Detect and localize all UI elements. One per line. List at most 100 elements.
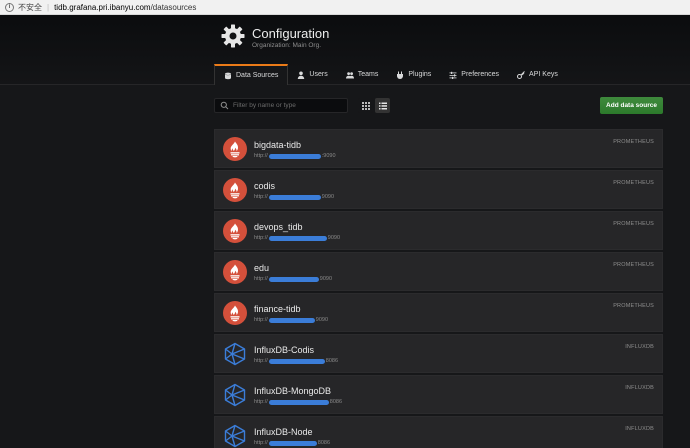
url-prefix: http:// <box>254 194 268 200</box>
datasource-type: PROMETHEUS <box>613 303 654 309</box>
datasource-card-finance-tidb[interactable]: finance-tidb http:// 9090 PROMETHEUS <box>214 293 663 332</box>
gear-icon <box>220 23 246 49</box>
datasource-name: finance-tidb <box>254 304 301 314</box>
datasource-name: InfluxDB-MongoDB <box>254 386 332 396</box>
influxdb-logo <box>223 383 247 407</box>
tab-label: Preferences <box>461 71 500 78</box>
redacted-host <box>268 194 321 200</box>
datasource-name: devops_tidb <box>254 222 303 232</box>
datasource-card-influxdb-codis[interactable]: InfluxDB-Codis http:// 8086 INFLUXDB <box>214 334 663 373</box>
datasource-name: bigdata-tidb <box>254 140 302 150</box>
sliders-icon <box>449 71 457 79</box>
url-port: 8086 <box>317 440 331 446</box>
users-icon <box>345 71 354 78</box>
tab-preferences[interactable]: Preferences <box>440 64 508 85</box>
datasource-name: InfluxDB-Node <box>254 427 313 437</box>
info-icon[interactable]: i <box>5 2 14 12</box>
tab-label: Data Sources <box>236 72 279 79</box>
tab-label: Teams <box>357 71 379 78</box>
search-input[interactable]: Filter by name or type <box>214 98 348 113</box>
url-port: 9090 <box>319 276 333 282</box>
security-label: 不安全 <box>18 2 42 12</box>
datasource-type: INFLUXDB <box>625 385 654 391</box>
datasource-url: http:// 9090 <box>254 276 332 282</box>
url-port: 8086 <box>325 358 339 364</box>
influxdb-logo <box>223 342 247 366</box>
database-icon <box>225 72 231 79</box>
url-prefix: http:// <box>254 235 268 241</box>
url-prefix: http:// <box>254 399 268 405</box>
prometheus-logo <box>223 219 247 243</box>
datasource-card-bigdata-tidb[interactable]: bigdata-tidb http:// :9090 PROMETHEUS <box>214 129 663 168</box>
datasource-url: http:// 9090 <box>254 194 334 200</box>
datasource-url: http:// 8086 <box>254 358 338 364</box>
datasource-type: PROMETHEUS <box>613 180 654 186</box>
url-prefix: http:// <box>254 317 268 323</box>
config-tabs: Data Sources Users Teams Plugins Prefere… <box>214 64 567 85</box>
datasource-type: INFLUXDB <box>625 426 654 432</box>
redacted-host <box>268 276 319 282</box>
tab-label: API Keys <box>529 71 558 78</box>
tab-users[interactable]: Users <box>288 64 336 85</box>
datasource-list: bigdata-tidb http:// :9090 PROMETHEUS cod… <box>214 129 663 448</box>
url-port: 9090 <box>315 317 329 323</box>
url-port: 9090 <box>321 194 335 200</box>
plug-icon <box>397 71 404 79</box>
datasource-card-influxdb-node[interactable]: InfluxDB-Node http:// 8086 INFLUXDB <box>214 416 663 448</box>
user-icon <box>298 71 305 79</box>
redacted-host <box>268 440 317 446</box>
redacted-host <box>268 399 329 405</box>
redacted-host <box>268 317 315 323</box>
tab-data-sources[interactable]: Data Sources <box>214 64 289 85</box>
separator: | <box>47 2 50 12</box>
grid-view-button[interactable] <box>358 98 373 113</box>
url-prefix: http:// <box>254 276 268 282</box>
tab-label: Users <box>309 71 328 78</box>
datasource-url: http:// 8086 <box>254 399 342 405</box>
influxdb-logo <box>223 424 247 448</box>
datasource-url: http:// :9090 <box>254 153 336 159</box>
redacted-host <box>268 153 321 159</box>
page-title: Configuration <box>252 26 330 41</box>
grid-icon <box>361 101 370 110</box>
search-icon <box>220 101 229 110</box>
prometheus-logo <box>223 260 247 284</box>
datasource-name: InfluxDB-Codis <box>254 345 315 355</box>
datasource-card-devops-tidb[interactable]: devops_tidb http:// 9090 PROMETHEUS <box>214 211 663 250</box>
datasource-url: http:// 9090 <box>254 317 328 323</box>
prometheus-logo <box>223 178 247 202</box>
key-icon <box>517 70 525 79</box>
url-port: :9090 <box>321 153 336 159</box>
datasource-type: PROMETHEUS <box>613 139 654 145</box>
datasource-url: http:// 8086 <box>254 440 330 446</box>
tab-api-keys[interactable]: API Keys <box>508 64 567 85</box>
prometheus-logo <box>223 137 247 161</box>
redacted-host <box>268 358 325 364</box>
list-view-button[interactable] <box>375 98 390 113</box>
redacted-host <box>268 235 327 241</box>
add-data-source-button[interactable]: Add data source <box>600 97 663 114</box>
tab-teams[interactable]: Teams <box>337 64 388 85</box>
url-prefix: http:// <box>254 153 268 159</box>
datasource-type: PROMETHEUS <box>613 221 654 227</box>
prometheus-logo <box>223 301 247 325</box>
tab-label: Plugins <box>408 71 432 78</box>
datasource-card-codis[interactable]: codis http:// 9090 PROMETHEUS <box>214 170 663 209</box>
search-placeholder: Filter by name or type <box>233 102 296 109</box>
url-prefix: http:// <box>254 358 268 364</box>
url-text[interactable]: tidb.grafana.pri.ibanyu.com/datasources <box>54 3 196 12</box>
datasource-name: codis <box>254 181 276 191</box>
datasource-url: http:// 9090 <box>254 235 340 241</box>
url-port: 9090 <box>327 235 341 241</box>
tab-plugins[interactable]: Plugins <box>387 64 440 85</box>
url-port: 8086 <box>329 399 343 405</box>
page-subtitle: Organization: Main Org. <box>252 42 322 49</box>
datasource-type: PROMETHEUS <box>613 262 654 268</box>
url-prefix: http:// <box>254 440 268 446</box>
list-icon <box>378 102 387 109</box>
datasource-type: INFLUXDB <box>625 344 654 350</box>
browser-address-bar[interactable]: i 不安全 | tidb.grafana.pri.ibanyu.com/data… <box>0 0 690 15</box>
datasource-card-edu[interactable]: edu http:// 9090 PROMETHEUS <box>214 252 663 291</box>
page-header: Configuration Organization: Main Org. Da… <box>0 15 690 85</box>
datasource-card-influxdb-mongodb[interactable]: InfluxDB-MongoDB http:// 8086 INFLUXDB <box>214 375 663 414</box>
